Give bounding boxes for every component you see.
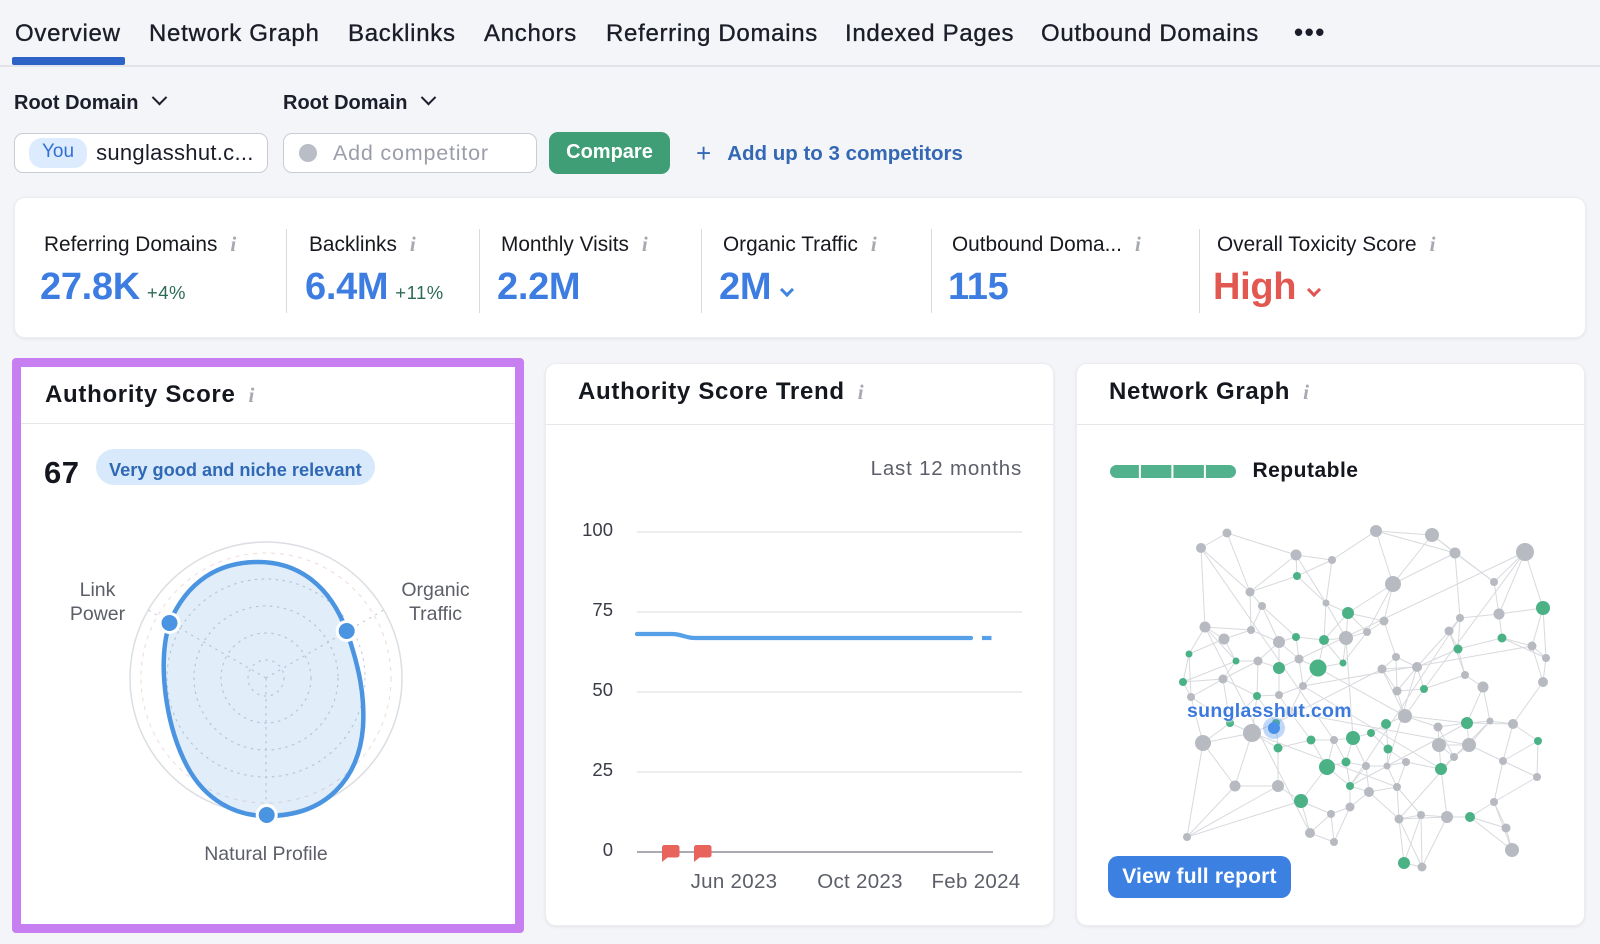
svg-text:0: 0 [603, 839, 613, 860]
svg-text:Feb 2024: Feb 2024 [931, 870, 1020, 893]
svg-text:25: 25 [592, 759, 613, 780]
svg-text:100: 100 [582, 519, 613, 540]
svg-text:75: 75 [592, 599, 613, 620]
svg-text:Oct 2023: Oct 2023 [817, 870, 903, 893]
svg-text:Jun 2023: Jun 2023 [691, 870, 778, 893]
svg-text:50: 50 [592, 679, 613, 700]
